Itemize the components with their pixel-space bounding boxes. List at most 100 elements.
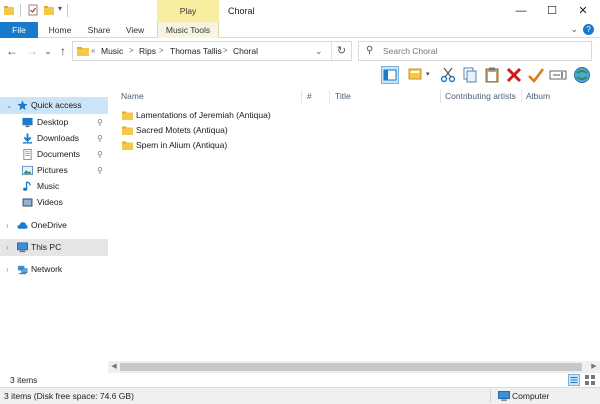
column-divider[interactable] [440, 90, 441, 103]
sidebar-item-quick-access[interactable]: ⌄ Quick access [0, 97, 108, 114]
forward-button[interactable]: → [24, 43, 40, 59]
pin-icon[interactable]: ⚲ [97, 130, 103, 147]
rename-icon[interactable] [549, 66, 567, 84]
sidebar-item-downloads[interactable]: Downloads ⚲ [0, 130, 108, 147]
cut-icon[interactable] [439, 66, 457, 84]
properties-icon[interactable] [27, 4, 39, 16]
sidebar-item-videos[interactable]: Videos [0, 194, 108, 211]
maximize-button[interactable]: ☐ [537, 0, 567, 22]
sidebar-item-music[interactable]: Music [0, 178, 108, 195]
crumb-separator[interactable]: > [223, 42, 228, 60]
documents-icon [23, 149, 32, 160]
search-box[interactable]: ⚲ [358, 41, 592, 61]
details-view-icon[interactable] [568, 374, 580, 386]
location-label: Computer [512, 391, 550, 401]
crumb-separator[interactable]: > [129, 42, 134, 60]
expand-chevron-icon[interactable]: › [6, 239, 9, 256]
crumb-rips[interactable]: Rips [139, 42, 156, 60]
paste-icon[interactable] [483, 66, 501, 84]
pin-icon[interactable]: ⚲ [97, 162, 103, 179]
column-header-contributing-artists[interactable]: Contributing artists [445, 88, 516, 104]
tab-share[interactable]: Share [82, 22, 116, 38]
layout-icon[interactable] [407, 66, 425, 84]
search-input[interactable] [383, 43, 583, 59]
expand-chevron-icon[interactable]: › [6, 217, 9, 234]
crumb-music[interactable]: Music [101, 42, 123, 60]
sidebar-item-this-pc[interactable]: › This PC [0, 239, 108, 256]
toolbar: ▾ [375, 64, 600, 88]
pin-icon[interactable]: ⚲ [97, 114, 103, 131]
minimize-button[interactable]: — [506, 0, 536, 22]
music-icon [23, 181, 31, 191]
recent-locations-button[interactable]: ⌄ [40, 43, 56, 59]
expand-ribbon-icon[interactable]: ⌄ [570, 24, 578, 35]
crumb-thomas-tallis[interactable]: Thomas Tallis [170, 42, 222, 60]
info-divider [490, 390, 491, 402]
checkmark-icon[interactable] [527, 66, 545, 84]
sidebar-item-pictures[interactable]: Pictures ⚲ [0, 162, 108, 179]
pictures-icon [22, 165, 33, 176]
pin-icon[interactable]: ⚲ [97, 146, 103, 163]
network-globe-icon[interactable] [573, 66, 591, 84]
column-header-number[interactable]: # [307, 88, 312, 104]
sidebar-item-desktop[interactable]: Desktop ⚲ [0, 114, 108, 131]
copy-icon[interactable] [461, 66, 479, 84]
file-list: Name # Title Contributing artists Album … [108, 88, 600, 362]
column-header-album[interactable]: Album [526, 88, 550, 104]
new-folder-icon[interactable] [43, 4, 55, 16]
horizontal-scrollbar[interactable]: ◀ ▶ [108, 361, 600, 373]
preview-pane-icon[interactable] [381, 66, 399, 84]
large-icons-view-icon[interactable] [584, 374, 596, 386]
column-header-title[interactable]: Title [335, 88, 351, 104]
tab-home[interactable]: Home [44, 22, 76, 38]
delete-icon[interactable] [505, 66, 523, 84]
ribbon-tabs: File Home Share View Music Tools ⌄ ? [0, 22, 600, 38]
expand-chevron-icon[interactable]: › [6, 261, 9, 278]
collapse-chevron-icon[interactable]: ⌄ [6, 97, 13, 114]
sidebar-item-label: Downloads [37, 133, 80, 143]
sidebar-item-label: Music [37, 181, 60, 191]
column-divider[interactable] [301, 90, 302, 103]
help-icon[interactable]: ? [583, 24, 594, 35]
column-header-name[interactable]: Name [121, 88, 144, 104]
folder-icon [122, 126, 133, 135]
layout-dropdown-icon[interactable]: ▾ [426, 70, 430, 78]
tab-view[interactable]: View [120, 22, 150, 38]
refresh-button[interactable]: ↻ [331, 42, 351, 60]
back-button[interactable]: ← [4, 43, 20, 59]
title-bar: ▾ Play Choral — ☐ ✕ [0, 0, 600, 22]
customize-qat-icon[interactable]: ▾ [58, 4, 62, 13]
sidebar-item-label: Quick access [31, 100, 82, 110]
crumb-separator[interactable]: > [159, 42, 164, 60]
address-row: ← → ⌄ ↑ « Music > Rips > Thomas Tallis >… [0, 38, 600, 64]
overflow-chevron[interactable]: « [91, 42, 95, 60]
address-bar[interactable]: « Music > Rips > Thomas Tallis > Choral … [72, 41, 352, 61]
up-button[interactable]: ↑ [55, 43, 71, 59]
close-button[interactable]: ✕ [568, 0, 598, 22]
sidebar-item-label: Documents [37, 149, 80, 159]
sidebar-item-onedrive[interactable]: › OneDrive [0, 217, 108, 234]
scroll-left-icon[interactable]: ◀ [108, 361, 120, 373]
address-dropdown-icon[interactable]: ⌄ [315, 42, 323, 60]
desktop-icon [22, 117, 33, 128]
sidebar-item-label: OneDrive [31, 220, 67, 230]
folder-icon [122, 111, 133, 120]
download-icon [22, 133, 33, 144]
sidebar-item-label: Network [31, 264, 63, 274]
sidebar-item-label: Videos [37, 197, 63, 207]
explorer-folder-icon [4, 6, 14, 15]
file-name: Lamentations of Jeremiah (Antiqua) [136, 110, 271, 120]
sidebar-item-network[interactable]: › Network [0, 261, 108, 278]
crumb-choral[interactable]: Choral [233, 42, 258, 60]
column-divider[interactable] [521, 90, 522, 103]
item-count: 3 items [10, 375, 38, 385]
scrollbar-thumb[interactable] [120, 363, 582, 371]
contextual-tab-play[interactable]: Play [157, 0, 219, 22]
scroll-right-icon[interactable]: ▶ [588, 361, 600, 373]
column-divider[interactable] [329, 90, 330, 103]
file-name: Spem in Alium (Antiqua) [136, 140, 228, 150]
tab-file[interactable]: File [0, 22, 38, 38]
sidebar-item-documents[interactable]: Documents ⚲ [0, 146, 108, 163]
tab-music-tools[interactable]: Music Tools [157, 22, 219, 38]
folder-icon [77, 47, 89, 56]
